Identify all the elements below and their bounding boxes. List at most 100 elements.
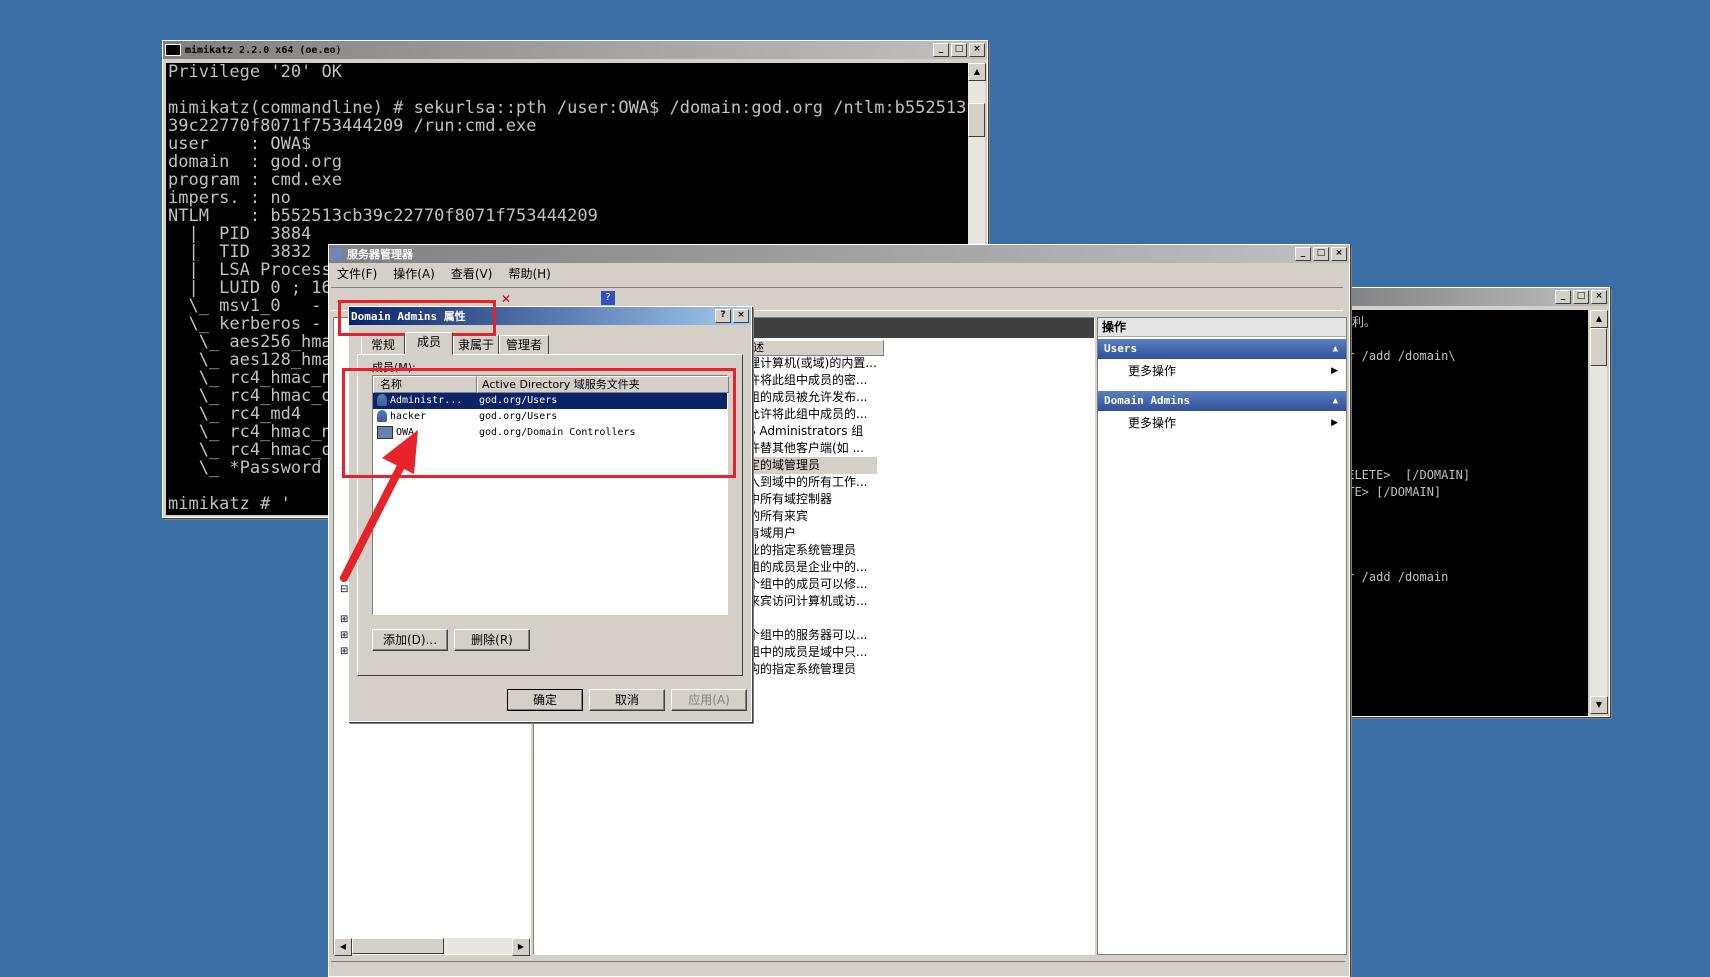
close-button[interactable]: × [969,43,985,57]
more-actions-item[interactable]: 更多操作 ▶ [1098,411,1346,435]
collapse-icon[interactable]: ▲ [1333,391,1338,411]
chevron-right-icon: ▶ [1331,418,1338,428]
list-item-description[interactable]: 组的成员被允许发布... [748,389,877,406]
description-list: 理计算机(或域)的内置... 许将此组中成员的密... 组的成员被允许发布... 允许… [748,355,877,678]
add-member-button[interactable]: 添加(D)... [372,629,448,651]
list-item-description[interactable]: 中所有域控制器 [748,491,877,508]
desktop: { "mimikatz": { "title": "mimikatz 2.2.0… [0,0,1710,977]
remove-member-button[interactable]: 删除(R) [454,629,530,651]
console-line: domain : god.org [168,152,342,172]
server-manager-titlebar[interactable]: 服务器管理器 _ □ × [329,245,1349,263]
scroll-thumb[interactable] [968,103,985,137]
list-item-description[interactable]: 来宾访问计算机或访... [748,593,877,610]
cmd-titlebar[interactable]: _ □ × [1337,288,1609,306]
cancel-button[interactable]: 取消 [589,689,665,711]
console-icon [165,44,181,56]
close-button[interactable]: × [733,309,749,323]
menu-bar: 文件(F) 操作(A) 查看(V) 帮助(H) [329,263,1349,283]
list-item-description[interactable]: S Administrators 组 [748,423,877,440]
item-label: 更多操作 [1128,416,1177,430]
status-bar [331,961,1345,976]
tab-member-of[interactable]: 隶属于 [453,335,499,355]
scroll-thumb[interactable] [352,938,444,954]
list-item-description[interactable]: 个组中的成员可以修... [748,576,877,593]
console-line: program : cmd.exe [168,170,342,190]
maximize-button[interactable]: □ [1573,290,1589,304]
list-item-description[interactable]: 的所有来宾 [748,508,877,525]
list-item-description[interactable]: 许替其他客户端(如 ... [748,440,877,457]
menu-view[interactable]: 查看(V) [443,265,501,282]
console-line: Privilege '20' OK [168,63,342,82]
list-item-description[interactable]: 业的指定系统管理员 [748,542,877,559]
cmd-scrollbar[interactable]: ▲ ▼ [1590,310,1608,714]
minimize-button[interactable]: _ [1555,290,1571,304]
item-label: 更多操作 [1128,364,1177,378]
scroll-left-arrow[interactable]: ◀ [334,938,352,956]
mimikatz-title: mimikatz 2.2.0 x64 (oe.eo) [185,44,342,56]
list-item-description[interactable]: 入到域中的所有工作... [748,474,877,491]
scroll-right-arrow[interactable]: ▶ [512,938,530,956]
console-line: 39c22770f8071f753444209 /run:cmd.exe [168,116,537,136]
list-item-description[interactable]: 个组中的服务器可以... [748,627,877,644]
minimize-button[interactable]: _ [933,43,949,57]
back-icon[interactable]: ✕ [501,292,511,306]
list-item-description[interactable]: 允许将此组中成员的... [748,406,877,423]
actions-section-users[interactable]: Users ▲ [1098,339,1346,359]
maximize-button[interactable]: □ [1313,247,1329,261]
scroll-down-arrow[interactable]: ▼ [1590,696,1608,714]
cmd-console[interactable]: 又利。 er /add /domain\ DELETE> [/DOMAIN] ETE>… [1340,310,1588,716]
maximize-button[interactable]: □ [951,43,967,57]
tab-members[interactable]: 成员 [405,332,453,355]
list-item-description[interactable]: 定的域管理员 [748,457,877,474]
cmd-window[interactable]: _ □ × 又利。 er /add /domain\ DELETE> [/DOMAI… [1336,287,1610,717]
mimikatz-titlebar[interactable]: mimikatz 2.2.0 x64 (oe.eo) _ □ × [163,41,987,59]
list-item-description[interactable]: 组中的成员是域中只... [748,644,877,661]
collapse-icon[interactable]: ▲ [1333,339,1338,359]
tab-managed-by[interactable]: 管理者 [499,335,549,355]
minimize-button[interactable]: _ [1295,247,1311,261]
list-item-description[interactable]: 构的指定系统管理员 [748,661,877,678]
menu-file[interactable]: 文件(F) [329,265,385,282]
actions-pane: 操作 Users ▲ 更多操作 ▶ Domain Admins ▲ 更多操作 ▶ [1097,317,1347,955]
scroll-up-arrow[interactable]: ▲ [968,63,986,81]
tree-hscrollbar[interactable]: ◀ ▶ [334,938,530,956]
menu-action[interactable]: 操作(A) [385,265,443,282]
list-item-description[interactable]: 许将此组中成员的密... [748,372,877,389]
server-manager-icon [331,248,343,260]
section-title: Users [1104,342,1138,355]
tab-general[interactable]: 常规 [361,335,405,355]
arrow-shaft [340,456,408,582]
section-title: Domain Admins [1104,394,1191,407]
menu-help[interactable]: 帮助(H) [500,265,558,282]
console-line: er /add /domain\ [1340,349,1456,363]
list-item-description[interactable]: 组的成员是企业中的... [748,559,877,576]
close-button[interactable]: × [1331,247,1347,261]
scroll-up-arrow[interactable]: ▲ [1590,310,1608,328]
scroll-thumb[interactable] [1590,328,1607,366]
annotation-title-highlight [338,300,496,336]
server-manager-title: 服务器管理器 [347,248,413,261]
actions-section-domain-admins[interactable]: Domain Admins ▲ [1098,391,1346,411]
list-item-description[interactable]: 有域用户 [748,525,877,542]
help-icon[interactable]: ? [601,291,615,305]
list-item-description[interactable] [748,610,877,627]
list-item-description[interactable]: 理计算机(或域)的内置... [748,355,877,372]
console-line: user : OWA$ [168,134,312,154]
console-line: 又利。 [1340,315,1377,329]
annotation-arrow [340,430,418,582]
ok-button[interactable]: 确定 [507,689,583,711]
help-button[interactable]: ? [715,309,731,323]
console-line: er /add /domain [1340,570,1449,584]
column-header-description[interactable]: 述 [748,340,884,356]
more-actions-item[interactable]: 更多操作 ▶ [1098,359,1346,383]
close-button[interactable]: × [1591,290,1607,304]
